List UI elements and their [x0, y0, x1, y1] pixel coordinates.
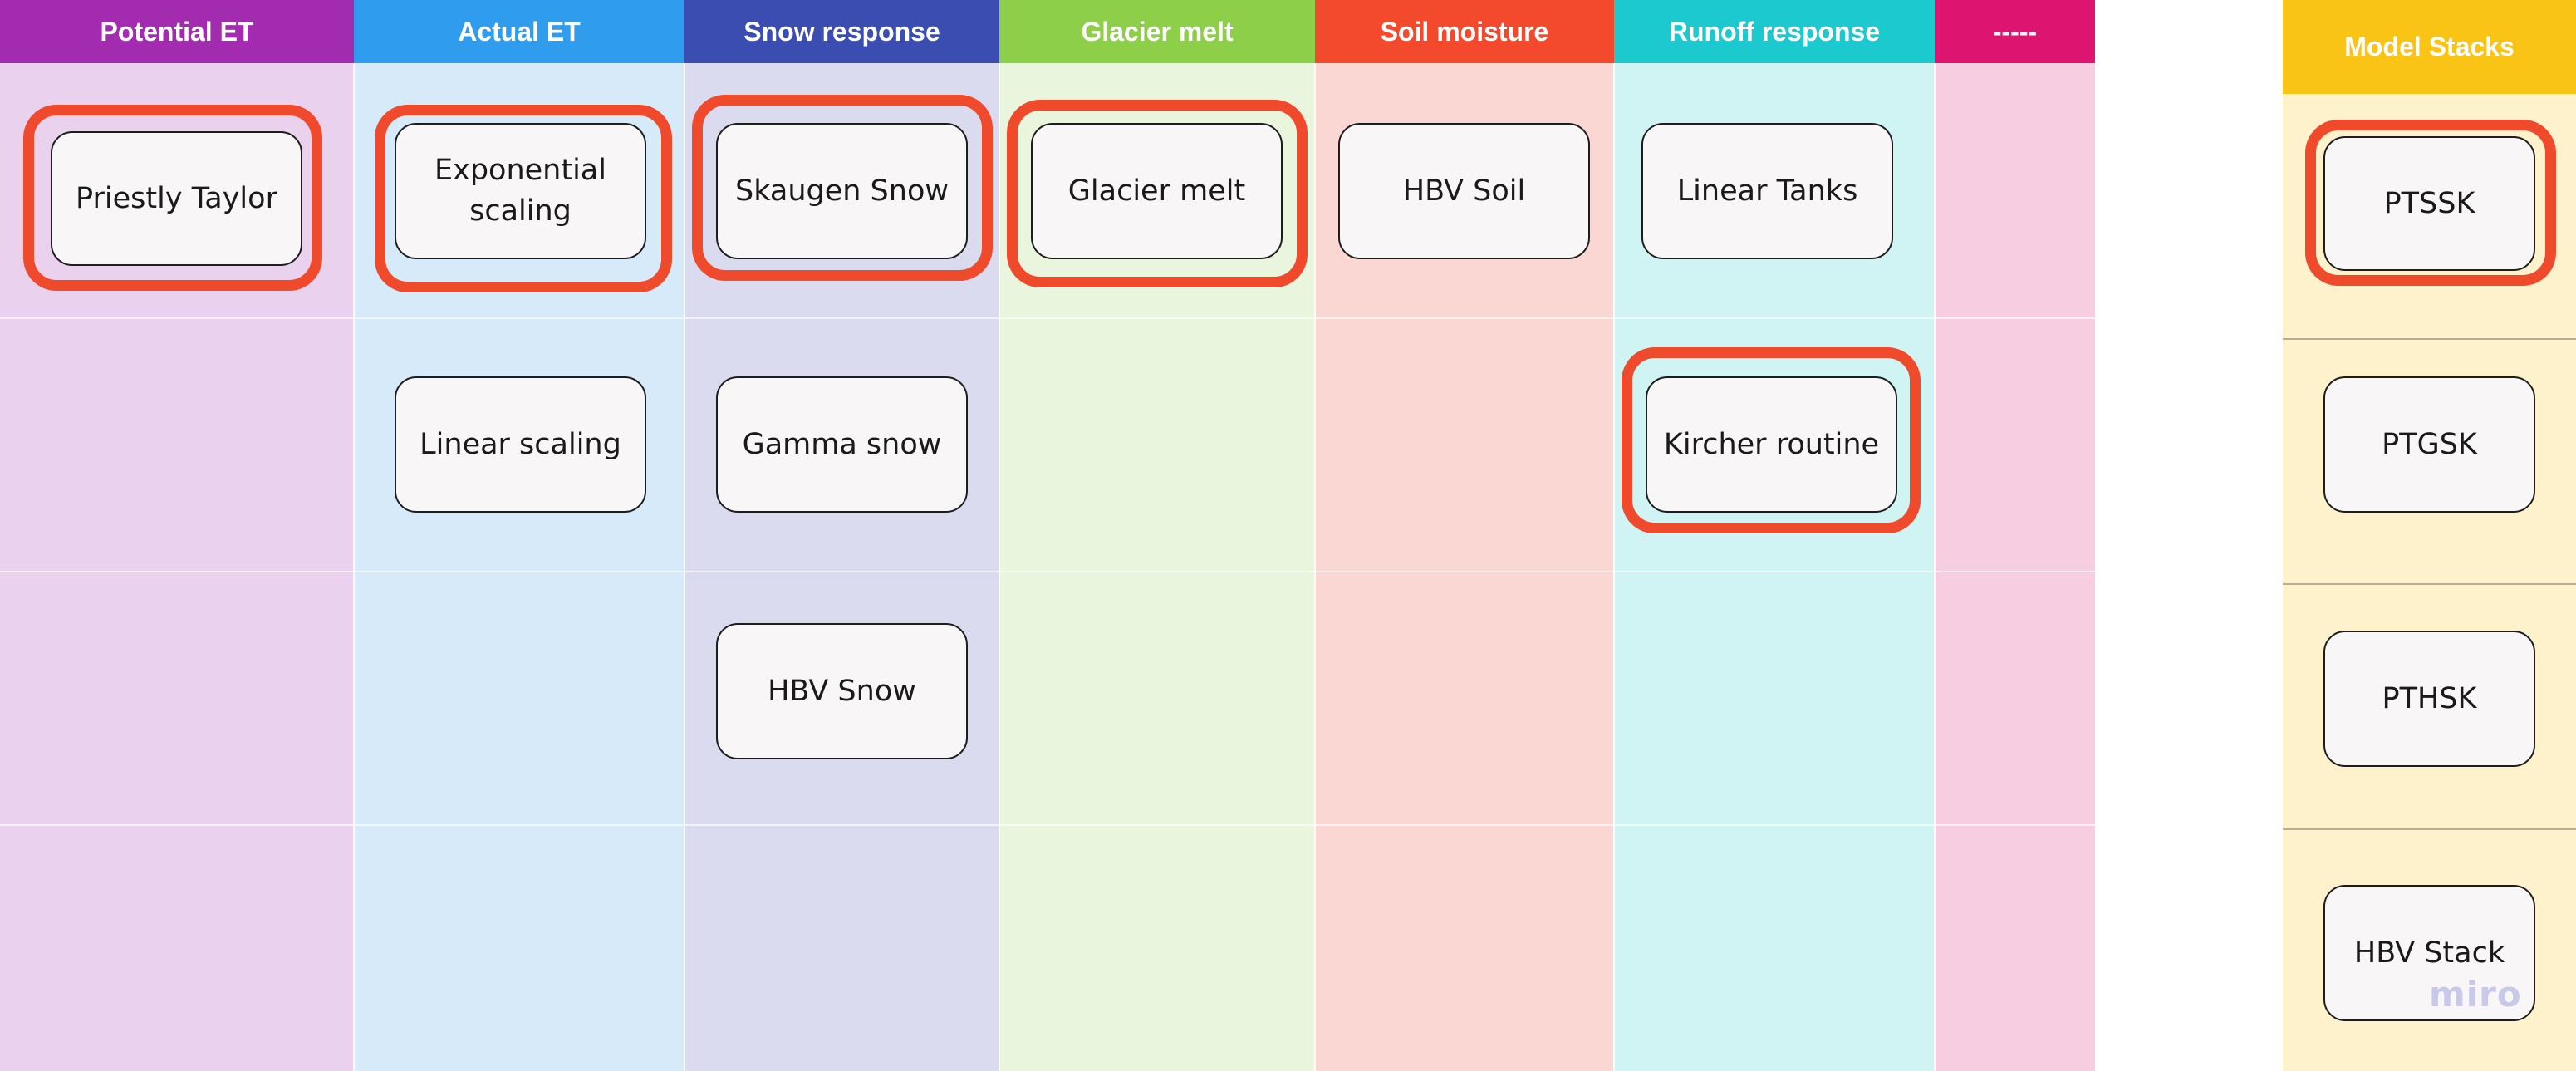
- column-header-snow-response[interactable]: Snow response: [684, 0, 999, 63]
- column-divider: [999, 63, 1000, 1071]
- column-divider: [1934, 63, 1936, 1071]
- column-header-extra[interactable]: -----: [1935, 0, 2095, 63]
- column-header-model-stacks[interactable]: Model Stacks: [2283, 0, 2576, 94]
- column-extra: -----: [1935, 0, 2095, 1071]
- card-hbv-soil[interactable]: HBV Soil: [1338, 123, 1590, 259]
- card-priestly-taylor[interactable]: Priestly Taylor: [51, 131, 302, 266]
- row-divider: [0, 824, 2095, 826]
- card-glacier-melt[interactable]: Glacier melt: [1031, 123, 1283, 259]
- card-gamma-snow[interactable]: Gamma snow: [716, 376, 968, 513]
- row-divider: [2283, 338, 2576, 340]
- row-divider: [0, 571, 2095, 572]
- column-divider: [353, 63, 355, 1071]
- column-header-soil-moisture[interactable]: Soil moisture: [1315, 0, 1614, 63]
- card-ptgsk[interactable]: PTGSK: [2323, 376, 2535, 513]
- column-header-actual-et[interactable]: Actual ET: [354, 0, 684, 63]
- column-header-glacier-melt[interactable]: Glacier melt: [999, 0, 1315, 63]
- column-divider: [1314, 63, 1316, 1071]
- card-linear-scaling[interactable]: Linear scaling: [395, 376, 646, 513]
- card-kircher-routine[interactable]: Kircher routine: [1646, 376, 1897, 513]
- card-hbv-snow[interactable]: HBV Snow: [716, 623, 968, 759]
- column-header-runoff-response[interactable]: Runoff response: [1614, 0, 1935, 63]
- card-ptssk[interactable]: PTSSK: [2323, 136, 2535, 271]
- card-skaugen-snow[interactable]: Skaugen Snow: [716, 123, 968, 259]
- column-divider: [684, 63, 685, 1071]
- column-header-potential-et[interactable]: Potential ET: [0, 0, 354, 63]
- card-exponential-scaling[interactable]: Exponential scaling: [395, 123, 646, 259]
- row-divider: [2283, 828, 2576, 830]
- row-divider: [2283, 583, 2576, 585]
- miro-watermark: miro: [2429, 974, 2522, 1015]
- column-body-extra: [1935, 63, 2095, 1071]
- card-linear-tanks[interactable]: Linear Tanks: [1641, 123, 1893, 259]
- row-divider: [0, 317, 2095, 319]
- card-pthsk[interactable]: PTHSK: [2323, 631, 2535, 767]
- column-divider: [1613, 63, 1615, 1071]
